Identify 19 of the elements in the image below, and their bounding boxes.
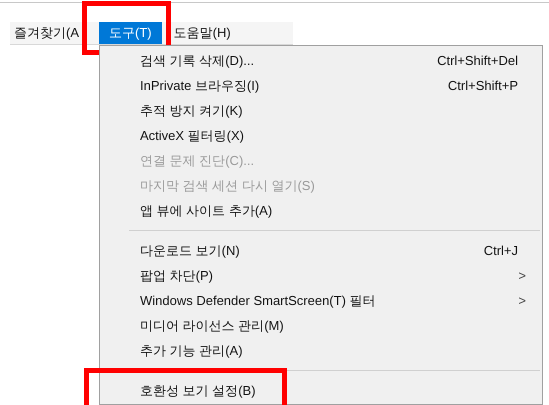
menu-item[interactable]: 앱 뷰에 사이트 추가(A) xyxy=(100,198,542,223)
menu-item[interactable]: 다운로드 보기(N) Ctrl+J xyxy=(100,238,542,263)
menu-bar-item[interactable]: 도움말(H) xyxy=(162,22,235,44)
menu-item[interactable]: 팝업 차단(P) > xyxy=(100,263,542,288)
shortcut-text: Ctrl+J xyxy=(484,242,518,260)
shortcut-text: Ctrl+Shift+P xyxy=(448,76,518,95)
menu-item[interactable]: 검색 기록 삭제(D)... Ctrl+Shift+Del xyxy=(100,48,542,73)
menu-bar-item[interactable]: 즐겨찾기(A xyxy=(10,22,99,44)
submenu-arrow: > xyxy=(518,292,526,310)
menu-item[interactable]: 미디어 라이선스 관리(M) xyxy=(100,313,542,338)
menu-item[interactable]: InPrivate 브라우징(I) Ctrl+Shift+P xyxy=(100,73,542,98)
shortcut-text: Ctrl+Shift+Del xyxy=(437,52,518,70)
menu-item[interactable]: 추가 기능 관리(A) xyxy=(100,338,542,363)
menu-item[interactable]: 추적 방지 켜기(K) xyxy=(100,98,542,123)
menu-item[interactable]: 호환성 보기 설정(B) xyxy=(100,378,542,403)
submenu-arrow: > xyxy=(518,266,526,285)
menu-item[interactable]: ActiveX 필터링(X) xyxy=(100,123,542,148)
menu-item[interactable]: Windows Defender SmartScreen(T) 필터 > xyxy=(100,288,542,313)
menu-bar-item[interactable]: 도구(T) xyxy=(99,22,162,44)
